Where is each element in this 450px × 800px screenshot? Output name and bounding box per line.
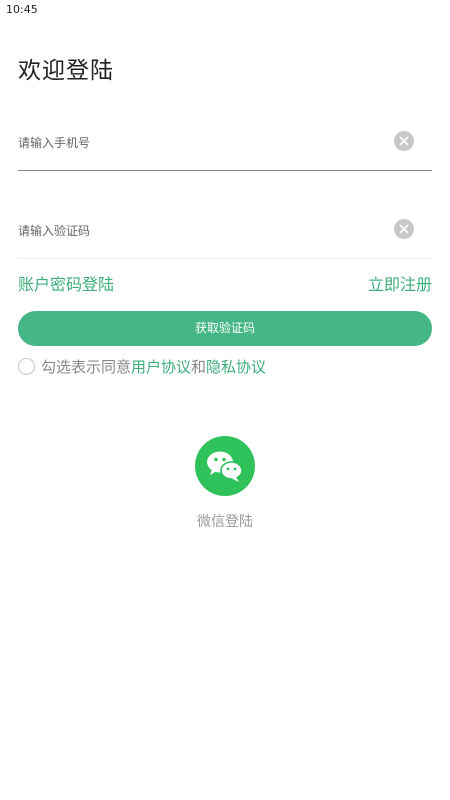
clear-code-button[interactable]	[394, 219, 414, 239]
login-options-row: 账户密码登陆 立即注册	[18, 272, 432, 298]
user-agreement-link[interactable]: 用户协议	[131, 358, 191, 376]
page-title: 欢迎登陆	[18, 58, 114, 84]
wechat-icon	[207, 451, 243, 482]
agreement-text: 勾选表示同意用户协议和隐私协议	[41, 356, 266, 378]
close-icon	[399, 224, 409, 234]
close-icon	[399, 136, 409, 146]
wechat-login-label[interactable]: 微信登陆	[150, 512, 300, 532]
phone-field	[18, 120, 432, 171]
clear-phone-button[interactable]	[394, 131, 414, 151]
code-input[interactable]	[18, 208, 378, 254]
password-login-link[interactable]: 账户密码登陆	[18, 274, 114, 296]
status-bar: 10:45	[0, 0, 450, 20]
get-code-button[interactable]: 获取验证码	[18, 311, 432, 346]
agreement-conjunction: 和	[191, 358, 207, 376]
agreement-prefix: 勾选表示同意	[41, 358, 132, 376]
phone-input[interactable]	[18, 120, 378, 166]
register-link[interactable]: 立即注册	[368, 274, 432, 296]
privacy-policy-link[interactable]: 隐私协议	[206, 358, 266, 376]
status-time: 10:45	[6, 3, 38, 16]
wechat-login-button[interactable]	[195, 436, 255, 496]
code-field	[18, 208, 432, 259]
agreement-checkbox[interactable]	[18, 358, 35, 375]
